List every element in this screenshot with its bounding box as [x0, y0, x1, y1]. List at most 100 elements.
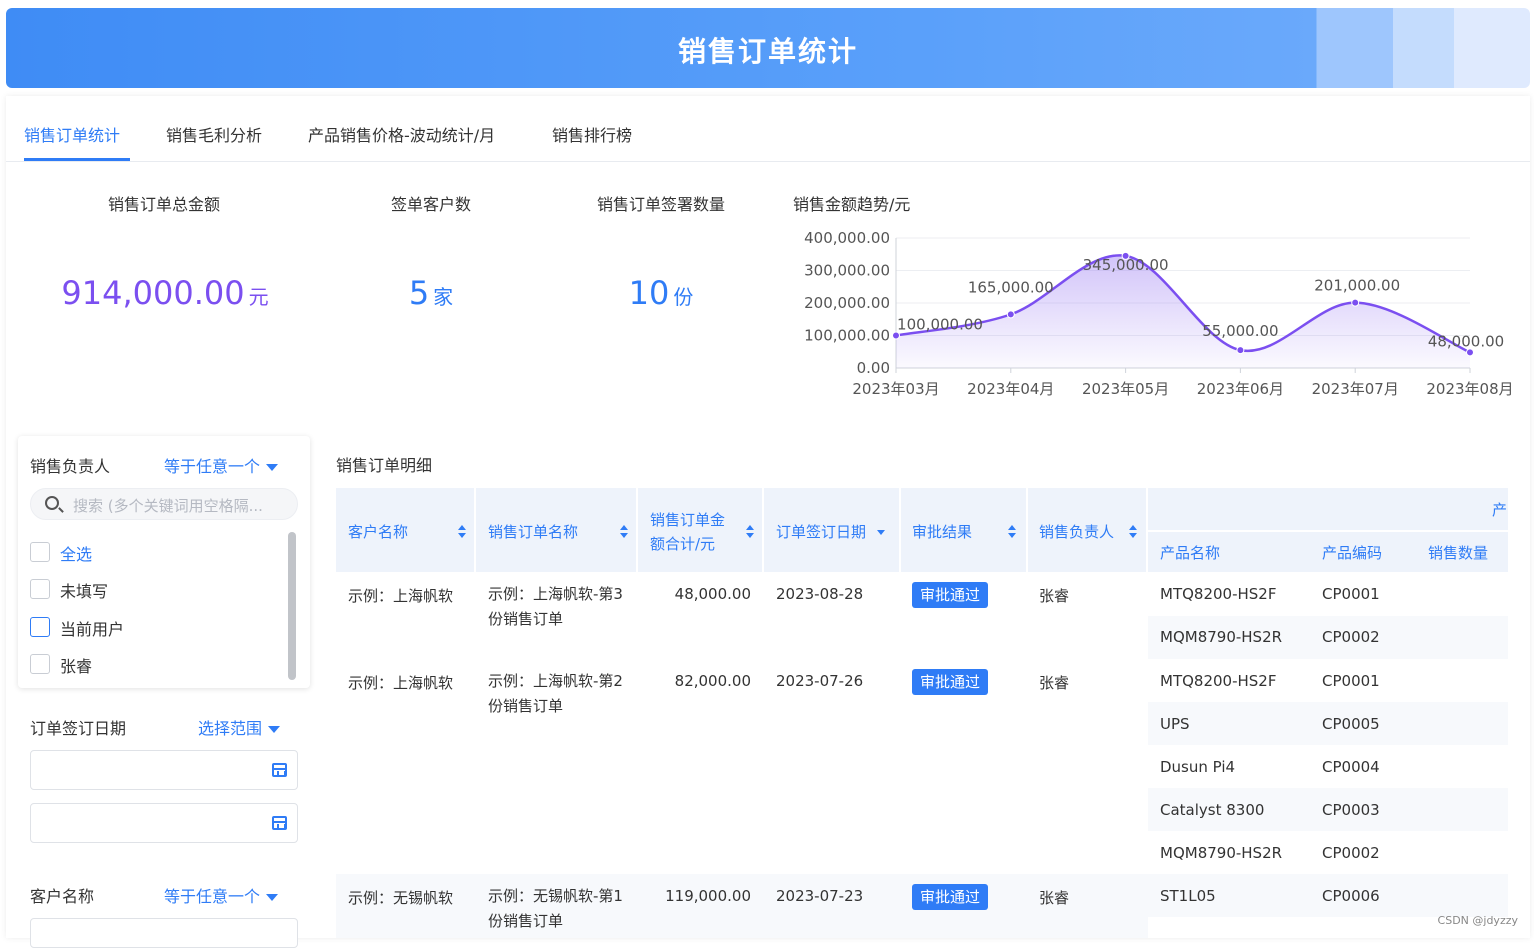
data-label: 48,000.00: [1428, 332, 1504, 350]
cell-product-name: Dusun Pi4: [1160, 758, 1236, 776]
chevron-down-icon: [266, 464, 279, 471]
cell-order-name[interactable]: 示例：无锡帆软-第1份销售订单: [488, 884, 628, 934]
customer-filter-mode-dropdown[interactable]: 等于任意一个: [164, 883, 279, 907]
sales-trend-chart: 400,000.00 300,000.00 200,000.00 100,000.00…: [804, 229, 1514, 398]
cell-product-name: MTQ8200-HS2F: [1160, 585, 1277, 603]
cell-owner: 张睿: [1039, 889, 1070, 907]
tab-sales-order-stats[interactable]: 销售订单统计: [24, 122, 120, 146]
cell-product-name: ST1L05: [1160, 887, 1216, 905]
kpi-total-amount: 914,000.00 元: [40, 274, 290, 312]
y-tick-label: 400,000.00: [804, 229, 890, 247]
cell-customer: 示例：上海帆软: [348, 587, 454, 605]
th-amount-line2[interactable]: 额合计/元: [650, 533, 715, 554]
active-tab-indicator: [24, 158, 130, 161]
search-icon: [45, 496, 59, 510]
owner-search-input[interactable]: 搜索 (多个关键词用空格隔...: [30, 488, 298, 520]
y-tick-label: 300,000.00: [804, 262, 890, 280]
owner-filter-panel: 销售负责人 等于任意一个 搜索 (多个关键词用空格隔... 全选 未填写 当前用…: [18, 436, 310, 688]
status-badge: 审批通过: [912, 582, 989, 608]
cell-customer: 示例：上海帆软: [348, 674, 454, 692]
column-divider: [762, 488, 764, 572]
kpi-total-amount-value: 914,000.00: [61, 274, 245, 312]
date-start-input[interactable]: [30, 750, 298, 790]
x-tick-label: 2023年05月: [1082, 380, 1169, 398]
owner-filter-mode-dropdown[interactable]: 等于任意一个: [164, 453, 279, 477]
checkbox[interactable]: [30, 654, 50, 674]
date-filter-mode: 选择范围: [198, 719, 263, 738]
data-label: 345,000.00: [1083, 256, 1169, 274]
customer-filter-mode: 等于任意一个: [164, 887, 261, 906]
th-product-code[interactable]: 产品编码: [1322, 542, 1382, 563]
x-tick-label: 2023年08月: [1426, 380, 1513, 398]
y-tick-label: 200,000.00: [804, 294, 890, 312]
sort-icon[interactable]: [746, 525, 754, 539]
x-tick-label: 2023年04月: [967, 380, 1054, 398]
cell-amount: 119,000.00: [665, 887, 751, 905]
table-row: [336, 874, 1148, 938]
y-tick-label: 100,000.00: [804, 327, 890, 345]
cell-product-name: MTQ8200-HS2F: [1160, 672, 1277, 690]
chart-title: 销售金额趋势/元: [793, 195, 911, 214]
checkbox[interactable]: [30, 579, 50, 599]
cell-product-code: CP0001: [1322, 585, 1380, 603]
cell-product-name: UPS: [1160, 715, 1190, 733]
tab-gross-profit[interactable]: 销售毛利分析: [166, 122, 262, 146]
option-label: 当前用户: [60, 620, 125, 639]
th-quantity[interactable]: 销售数量: [1428, 542, 1488, 563]
sort-icon[interactable]: [1129, 525, 1137, 539]
th-product-group: 产: [1492, 501, 1508, 519]
th-product-name[interactable]: 产品名称: [1160, 542, 1220, 563]
chevron-down-icon: [266, 894, 279, 901]
calendar-icon[interactable]: [272, 816, 287, 830]
column-divider: [474, 488, 476, 572]
date-end-input[interactable]: [30, 803, 298, 843]
sort-icon[interactable]: [1008, 525, 1016, 539]
cell-product-name: Catalyst 8300: [1160, 801, 1265, 819]
sort-icon[interactable]: [458, 525, 466, 539]
owner-search-placeholder: 搜索 (多个关键词用空格隔...: [73, 497, 263, 515]
column-divider: [636, 488, 638, 572]
checkbox[interactable]: [30, 542, 50, 562]
customer-select-input[interactable]: [30, 918, 298, 948]
th-sign-date[interactable]: 订单签订日期: [776, 521, 885, 542]
cell-product-code: CP0005: [1322, 715, 1380, 733]
th-approval[interactable]: 审批结果: [912, 521, 972, 542]
sort-desc-icon[interactable]: [876, 530, 885, 535]
cell-order-name[interactable]: 示例：上海帆软-第2份销售订单: [488, 669, 628, 719]
cell-owner: 张睿: [1039, 587, 1070, 605]
tab-price-fluctuation[interactable]: 产品销售价格-波动统计/月: [308, 122, 495, 146]
cell-product-code: CP0004: [1322, 758, 1380, 776]
kpi-customers-unit: 家: [433, 285, 454, 309]
data-label: 165,000.00: [968, 278, 1054, 296]
owner-filter-label: 销售负责人: [30, 457, 111, 476]
kpi-customers-label: 签单客户数: [390, 195, 471, 214]
y-tick-label: 0.00: [857, 359, 890, 377]
date-filter-mode-dropdown[interactable]: 选择范围: [198, 715, 281, 739]
data-point: [1006, 310, 1015, 319]
cell-date: 2023-07-23: [776, 887, 864, 905]
cell-amount: 82,000.00: [674, 672, 751, 690]
data-label: 55,000.00: [1202, 322, 1278, 340]
cell-amount: 48,000.00: [674, 585, 751, 603]
th-order-name[interactable]: 销售订单名称: [488, 521, 578, 542]
tab-sales-ranking[interactable]: 销售排行榜: [552, 122, 632, 146]
cell-product-code: CP0002: [1322, 628, 1380, 646]
th-owner[interactable]: 销售负责人: [1039, 521, 1114, 542]
th-customer[interactable]: 客户名称: [348, 521, 408, 542]
th-amount-line1[interactable]: 销售订单金: [650, 509, 725, 530]
kpi-total-amount-unit: 元: [248, 285, 269, 309]
cell-product-code: CP0002: [1322, 844, 1380, 862]
data-label: 100,000.00: [897, 316, 983, 334]
column-divider: [899, 488, 901, 572]
kpi-orders: 10 份: [561, 274, 761, 312]
x-tick-label: 2023年03月: [852, 380, 939, 398]
calendar-icon[interactable]: [272, 763, 287, 777]
option-label: 张睿: [60, 657, 93, 676]
cell-order-name[interactable]: 示例：上海帆软-第3份销售订单: [488, 582, 628, 632]
options-scrollbar[interactable]: [288, 532, 296, 680]
checkbox[interactable]: [30, 617, 50, 637]
option-label: 全选: [60, 545, 93, 564]
cell-product-name: MQM8790-HS2R: [1160, 628, 1283, 646]
sort-icon[interactable]: [620, 525, 628, 539]
series-area: [896, 255, 1470, 368]
